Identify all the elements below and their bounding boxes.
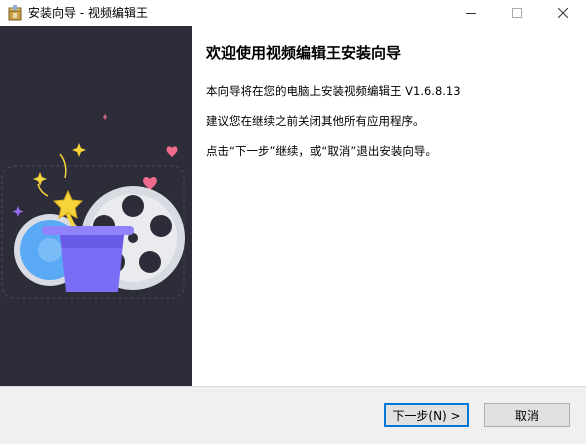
welcome-heading: 欢迎使用视频编辑王安装向导 (206, 44, 402, 62)
next-button[interactable]: 下一步(N) > (384, 403, 469, 427)
install-description: 本向导将在您的电脑上安装视频编辑王 V1.6.8.13 (206, 84, 461, 98)
close-apps-advice: 建议您在继续之前关闭其他所有应用程序。 (206, 114, 425, 128)
maximize-icon (512, 8, 522, 18)
small-heart-decoration (103, 114, 107, 120)
sparkle-top (72, 143, 86, 157)
magic-hat-brim (42, 226, 134, 235)
video-editor-illustration (1, 114, 185, 299)
maximize-button[interactable] (494, 0, 540, 26)
footer-divider (0, 386, 586, 387)
minimize-icon (466, 13, 476, 14)
welcome-side-banner (0, 26, 192, 386)
installer-window: 安装向导 - 视频编辑王 欢迎使用视频编辑王安装向导 本向导将在您的电脑上安装视… (0, 0, 586, 444)
sparkle-left (33, 172, 47, 186)
installer-box-icon (8, 5, 22, 21)
continue-instructions: 点击“下一步”继续，或“取消”退出安装向导。 (206, 144, 437, 158)
title-bar[interactable]: 安装向导 - 视频编辑王 (0, 0, 586, 26)
close-button[interactable] (540, 0, 586, 26)
window-title: 安装向导 - 视频编辑王 (28, 6, 148, 20)
welcome-content: 欢迎使用视频编辑王安装向导 本向导将在您的电脑上安装视频编辑王 V1.6.8.1… (192, 26, 586, 386)
heart-decoration-right (166, 146, 178, 157)
minimize-button[interactable] (448, 0, 494, 26)
sparkle-purple (12, 206, 24, 217)
close-icon (558, 8, 568, 18)
cancel-button[interactable]: 取消 (484, 403, 570, 427)
